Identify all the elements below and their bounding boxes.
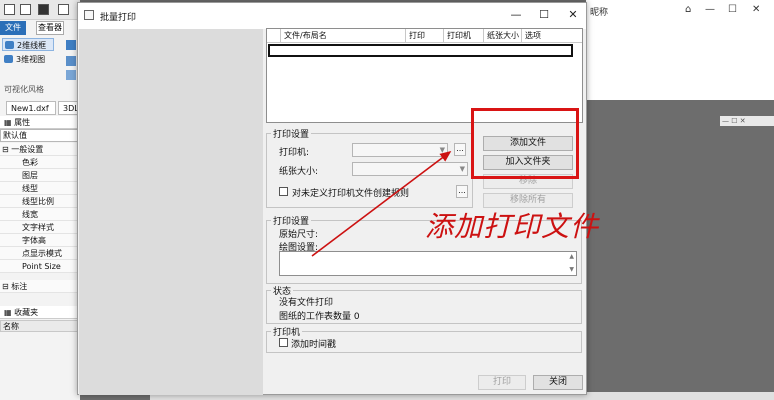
- print-icon: [84, 10, 94, 20]
- visual-style-label: 3维视图: [16, 55, 46, 64]
- table-header-spacer: [267, 29, 281, 43]
- wireframe-icon: [5, 41, 14, 49]
- sheet-count-text: 图纸的工作表数量 0: [279, 312, 360, 322]
- printer-properties-button[interactable]: ...: [454, 143, 466, 156]
- property-point-display[interactable]: 点显示模式: [0, 247, 80, 260]
- open-file-icon[interactable]: [58, 4, 69, 15]
- highlight-box: [471, 108, 579, 179]
- close-dialog-button[interactable]: 关闭: [533, 375, 583, 390]
- create-rule-label: 对未定义打印机文件创建规则: [292, 189, 410, 199]
- save-icon[interactable]: [38, 4, 49, 15]
- column-header-paper-size[interactable]: 纸张大小: [484, 29, 522, 43]
- properties-group-general[interactable]: ⊟ 一般设置: [0, 143, 80, 156]
- paper-size-label: 纸张大小:: [279, 167, 319, 177]
- printer-select[interactable]: ▼: [352, 143, 448, 157]
- doc-tab-new1[interactable]: New1.dxf: [6, 101, 56, 115]
- favorites-panel-title: ▦ 收藏夹: [0, 306, 80, 319]
- status-text: 没有文件打印: [279, 298, 334, 308]
- background-app: 文件 查看器 2维线框 3维视图 可视化风格 New1.dxf 3DL ▦ 属性…: [0, 0, 80, 400]
- minimize-button[interactable]: —: [508, 8, 524, 22]
- property-point-size[interactable]: Point Size: [0, 260, 80, 273]
- column-header-print[interactable]: 打印: [406, 29, 444, 43]
- scroll-down-icon[interactable]: ▼: [569, 266, 574, 273]
- shade-icon[interactable]: [66, 56, 76, 66]
- favorites-column-header[interactable]: 名称: [0, 320, 80, 332]
- batch-print-dialog: 批量打印 — ☐ ✕ 文件/布局名 打印 打印机 纸张大小 选项 打印设置 打印…: [77, 2, 587, 395]
- close-icon[interactable]: ✕: [752, 4, 760, 15]
- property-lineweight[interactable]: 线宽: [0, 208, 80, 221]
- visual-style-2d-wireframe[interactable]: 2维线框: [2, 38, 54, 51]
- original-size-label: 原始尺寸:: [279, 230, 319, 240]
- paper-size-select[interactable]: ▼: [352, 162, 468, 176]
- close-button[interactable]: ✕: [565, 8, 581, 22]
- chevron-down-icon: ▼: [459, 165, 465, 173]
- restore-icon[interactable]: ☐: [728, 4, 737, 15]
- column-header-name[interactable]: 文件/布局名: [281, 29, 406, 43]
- column-header-options[interactable]: 选项: [522, 29, 582, 43]
- annotation-text: 添加打印文件: [425, 210, 600, 243]
- favorites-title-text: 收藏夹: [14, 308, 39, 317]
- new-file-icon[interactable]: [20, 4, 31, 15]
- group-label: 一般设置: [11, 145, 44, 154]
- minimize-icon[interactable]: —: [705, 4, 715, 15]
- column-header-printer[interactable]: 打印机: [444, 29, 484, 43]
- render-icon[interactable]: [66, 40, 76, 50]
- properties-selector[interactable]: 默认值: [0, 129, 80, 142]
- create-rule-checkbox[interactable]: [279, 187, 288, 196]
- cube-icon: [4, 55, 13, 63]
- add-timestamp-checkbox[interactable]: [279, 338, 288, 347]
- background-right-area: [586, 0, 774, 100]
- properties-icon: ▦: [4, 118, 15, 127]
- properties-group-annotation[interactable]: ⊟ 标注: [0, 280, 80, 293]
- chevron-down-icon: ▼: [439, 146, 445, 154]
- app-titlebar: [0, 0, 80, 20]
- print-settings-label: 打印设置: [271, 127, 312, 140]
- table-row-selected[interactable]: [268, 44, 573, 57]
- property-text-style[interactable]: 文字样式: [0, 221, 80, 234]
- maximize-button[interactable]: ☐: [536, 8, 552, 22]
- properties-panel-title: ▦ 属性: [0, 116, 80, 129]
- view-controls[interactable]: — ☐ ✕: [720, 116, 774, 126]
- print-button[interactable]: 打印: [478, 375, 526, 390]
- app-menu-icon[interactable]: [4, 4, 15, 15]
- collapse-icon: ⊟: [2, 282, 12, 291]
- dialog-title: 批量打印: [100, 13, 137, 23]
- ribbon-tab-viewer[interactable]: 查看器: [36, 21, 64, 35]
- add-timestamp-label: 添加时间戳: [291, 340, 337, 350]
- hidden-icon[interactable]: [66, 70, 76, 80]
- bell-icon[interactable]: ⌂: [685, 4, 691, 15]
- property-font-height[interactable]: 字体高: [0, 234, 80, 247]
- property-linetype[interactable]: 线型: [0, 182, 80, 195]
- user-nickname: 昵称: [590, 8, 609, 18]
- visual-style-label: 2维线框: [17, 41, 47, 50]
- printer-label: 打印机:: [279, 148, 310, 158]
- preview-pane: [79, 29, 263, 395]
- visual-style-3d-view[interactable]: 3维视图: [2, 53, 54, 66]
- rule-settings-button[interactable]: ...: [456, 185, 468, 198]
- property-linetype-scale[interactable]: 线型比例: [0, 195, 80, 208]
- print-info-label: 打印设置: [271, 214, 312, 227]
- ribbon-group-label: 可视化风格: [4, 85, 44, 94]
- dialog-titlebar[interactable]: 批量打印 — ☐ ✕: [78, 3, 586, 29]
- drawing-settings-textarea[interactable]: ▲ ▼: [279, 251, 577, 276]
- favorites-icon: ▦: [4, 308, 15, 317]
- properties-title-text: 属性: [14, 118, 31, 127]
- group-label: 标注: [11, 282, 28, 291]
- collapse-icon: ⊟: [2, 145, 12, 154]
- property-color[interactable]: 色彩: [0, 156, 80, 169]
- property-layer[interactable]: 图层: [0, 169, 80, 182]
- ribbon-tab-file[interactable]: 文件: [0, 21, 26, 35]
- scroll-up-icon[interactable]: ▲: [569, 253, 574, 260]
